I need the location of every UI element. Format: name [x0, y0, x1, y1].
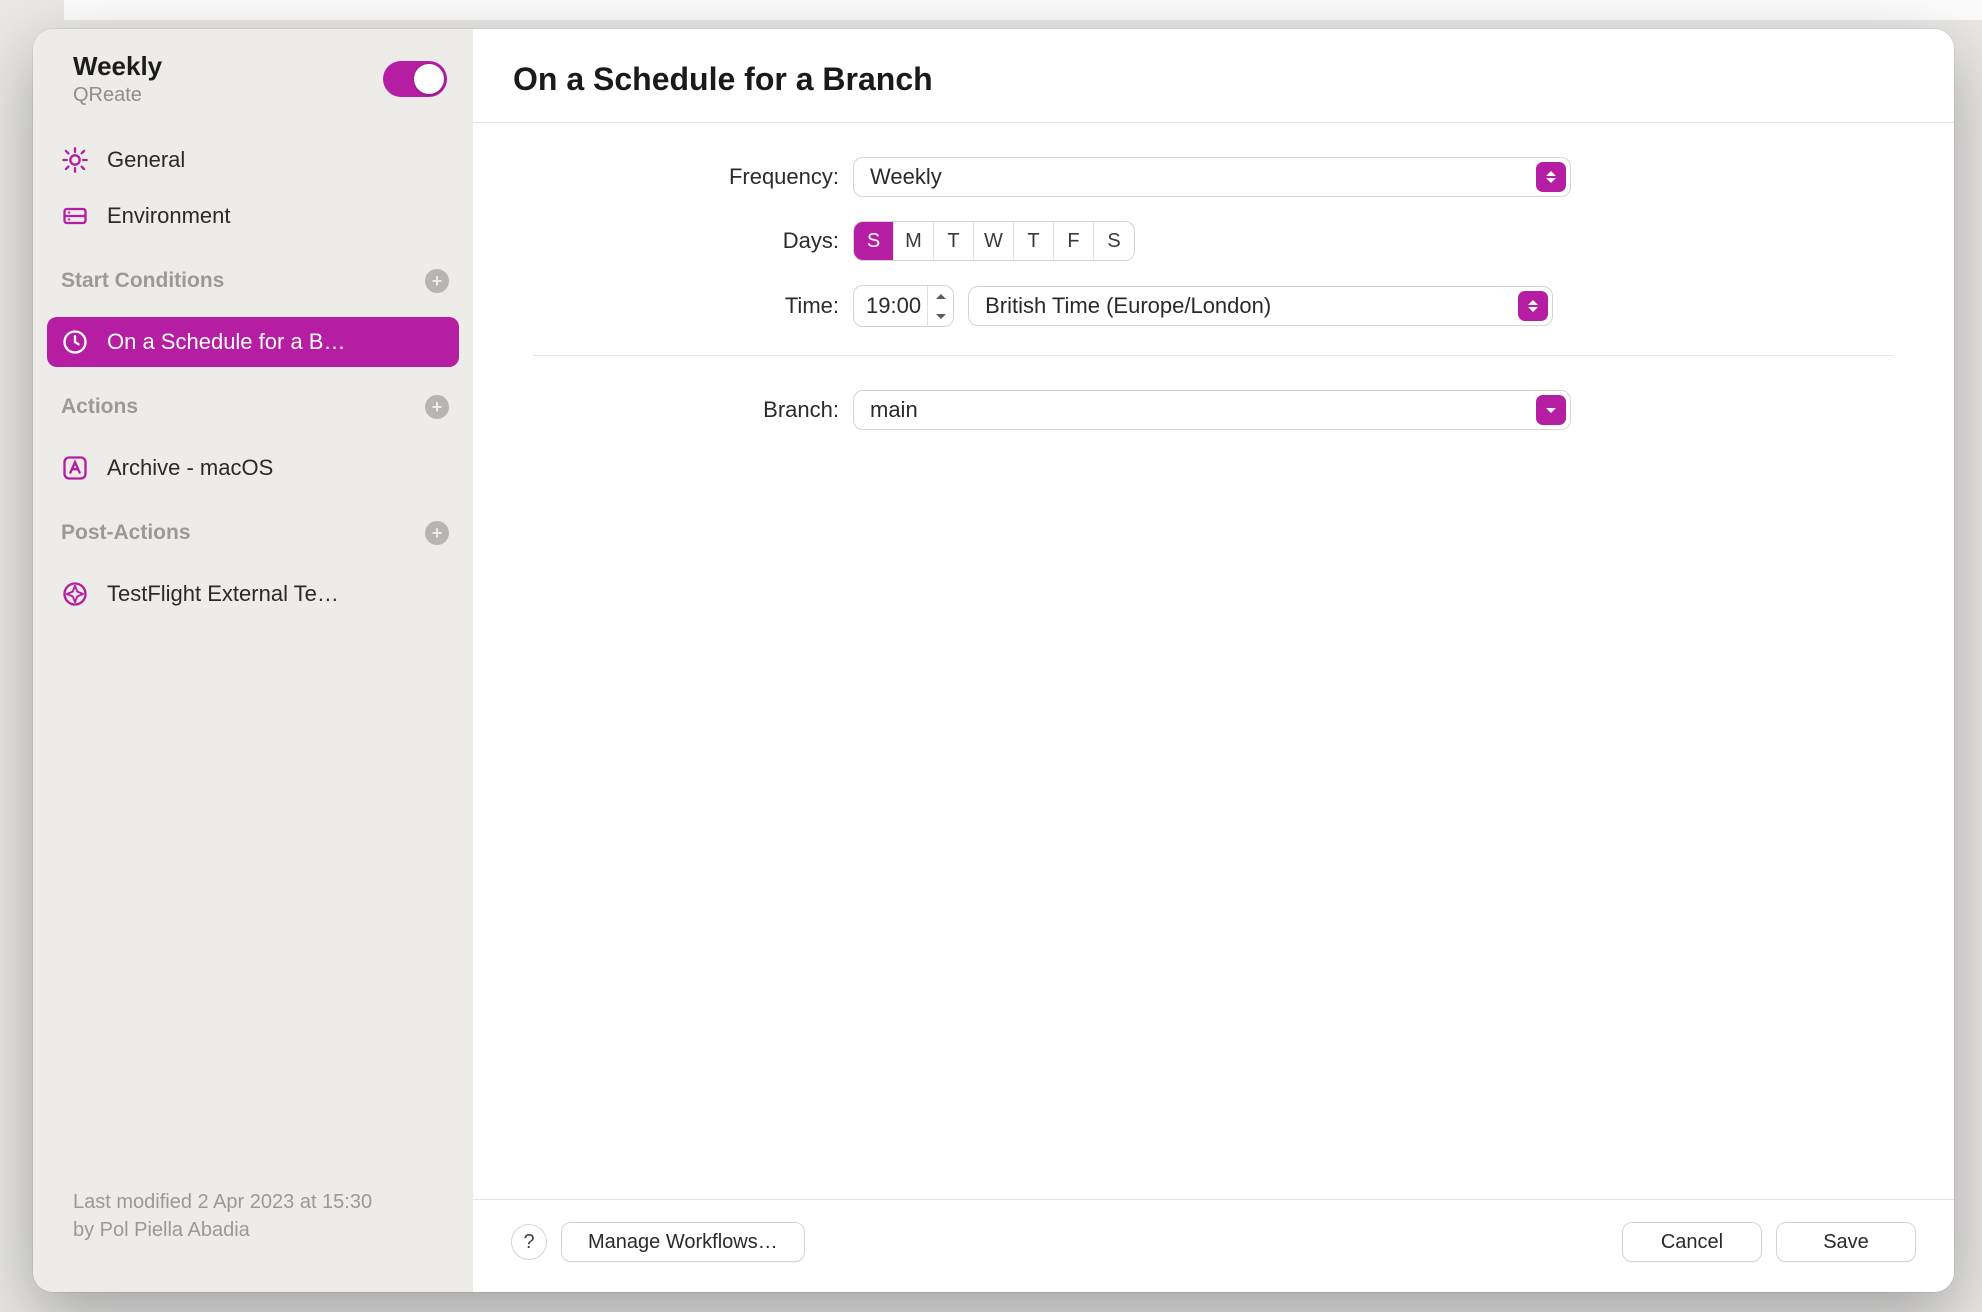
- frequency-select[interactable]: Weekly: [853, 157, 1571, 197]
- workflow-subtitle: QReate: [73, 84, 383, 107]
- time-value: 19:00: [864, 293, 927, 319]
- add-action-button[interactable]: +: [425, 395, 449, 419]
- sidebar-item-label: Environment: [107, 203, 445, 229]
- gear-icon: [61, 146, 89, 174]
- last-modified-date: Last modified 2 Apr 2023 at 15:30: [73, 1188, 445, 1216]
- sidebar-item-label: Archive - macOS: [107, 455, 445, 481]
- day-wednesday[interactable]: W: [974, 222, 1014, 260]
- timezone-select[interactable]: British Time (Europe/London): [968, 286, 1553, 326]
- section-label: Post-Actions: [61, 521, 191, 545]
- section-actions: Actions +: [33, 373, 473, 425]
- stepper-up-icon[interactable]: [928, 286, 953, 306]
- divider: [533, 355, 1894, 356]
- chevron-updown-icon: [1518, 291, 1548, 321]
- testflight-icon: [61, 580, 89, 608]
- section-label: Actions: [61, 395, 138, 419]
- sidebar-item-label: General: [107, 147, 445, 173]
- section-label: Start Conditions: [61, 269, 224, 293]
- main-footer: ? Manage Workflows… Cancel Save: [473, 1199, 1954, 1292]
- help-button[interactable]: ?: [511, 1224, 547, 1260]
- save-button[interactable]: Save: [1776, 1222, 1916, 1262]
- cancel-button[interactable]: Cancel: [1622, 1222, 1762, 1262]
- frequency-value: Weekly: [870, 164, 942, 190]
- days-segmented-control: S M T W T F S: [853, 221, 1135, 261]
- main-panel: On a Schedule for a Branch Frequency: We…: [473, 29, 1954, 1292]
- day-saturday[interactable]: S: [1094, 222, 1134, 260]
- branch-label: Branch:: [533, 397, 853, 423]
- page-title: On a Schedule for a Branch: [513, 61, 1914, 98]
- chevron-down-icon: [1536, 395, 1566, 425]
- add-post-action-button[interactable]: +: [425, 521, 449, 545]
- workflow-enabled-toggle[interactable]: [383, 61, 447, 97]
- branch-value: main: [870, 397, 918, 423]
- chevron-updown-icon: [1536, 162, 1566, 192]
- day-thursday[interactable]: T: [1014, 222, 1054, 260]
- timezone-value: British Time (Europe/London): [985, 293, 1271, 319]
- day-sunday[interactable]: S: [854, 222, 894, 260]
- last-modified-by: by Pol Piella Abadia: [73, 1216, 445, 1244]
- sidebar-item-archive-macos[interactable]: Archive - macOS: [47, 443, 459, 493]
- time-field[interactable]: 19:00: [853, 285, 954, 327]
- app-store-icon: [61, 454, 89, 482]
- day-tuesday[interactable]: T: [934, 222, 974, 260]
- time-label: Time:: [533, 293, 853, 319]
- stepper-down-icon[interactable]: [928, 306, 953, 326]
- days-label: Days:: [533, 228, 853, 254]
- sidebar-item-general[interactable]: General: [47, 135, 459, 185]
- workflow-editor-modal: Weekly QReate General Environment: [33, 29, 1954, 1292]
- server-icon: [61, 202, 89, 230]
- sidebar-item-label: TestFlight External Te…: [107, 581, 445, 607]
- day-monday[interactable]: M: [894, 222, 934, 260]
- sidebar-item-schedule-branch[interactable]: On a Schedule for a B…: [47, 317, 459, 367]
- time-stepper[interactable]: [927, 286, 953, 326]
- frequency-label: Frequency:: [533, 164, 853, 190]
- add-start-condition-button[interactable]: +: [425, 269, 449, 293]
- sidebar-item-environment[interactable]: Environment: [47, 191, 459, 241]
- sidebar: Weekly QReate General Environment: [33, 29, 473, 1292]
- section-start-conditions: Start Conditions +: [33, 247, 473, 299]
- day-friday[interactable]: F: [1054, 222, 1094, 260]
- manage-workflows-button[interactable]: Manage Workflows…: [561, 1222, 805, 1262]
- section-post-actions: Post-Actions +: [33, 499, 473, 551]
- main-header: On a Schedule for a Branch: [473, 29, 1954, 123]
- branch-select[interactable]: main: [853, 390, 1571, 430]
- workflow-title: Weekly: [73, 51, 383, 82]
- sidebar-item-testflight[interactable]: TestFlight External Te…: [47, 569, 459, 619]
- sidebar-item-label: On a Schedule for a B…: [107, 329, 445, 355]
- sidebar-footer: Last modified 2 Apr 2023 at 15:30 by Pol…: [33, 1188, 473, 1292]
- clock-history-icon: [61, 328, 89, 356]
